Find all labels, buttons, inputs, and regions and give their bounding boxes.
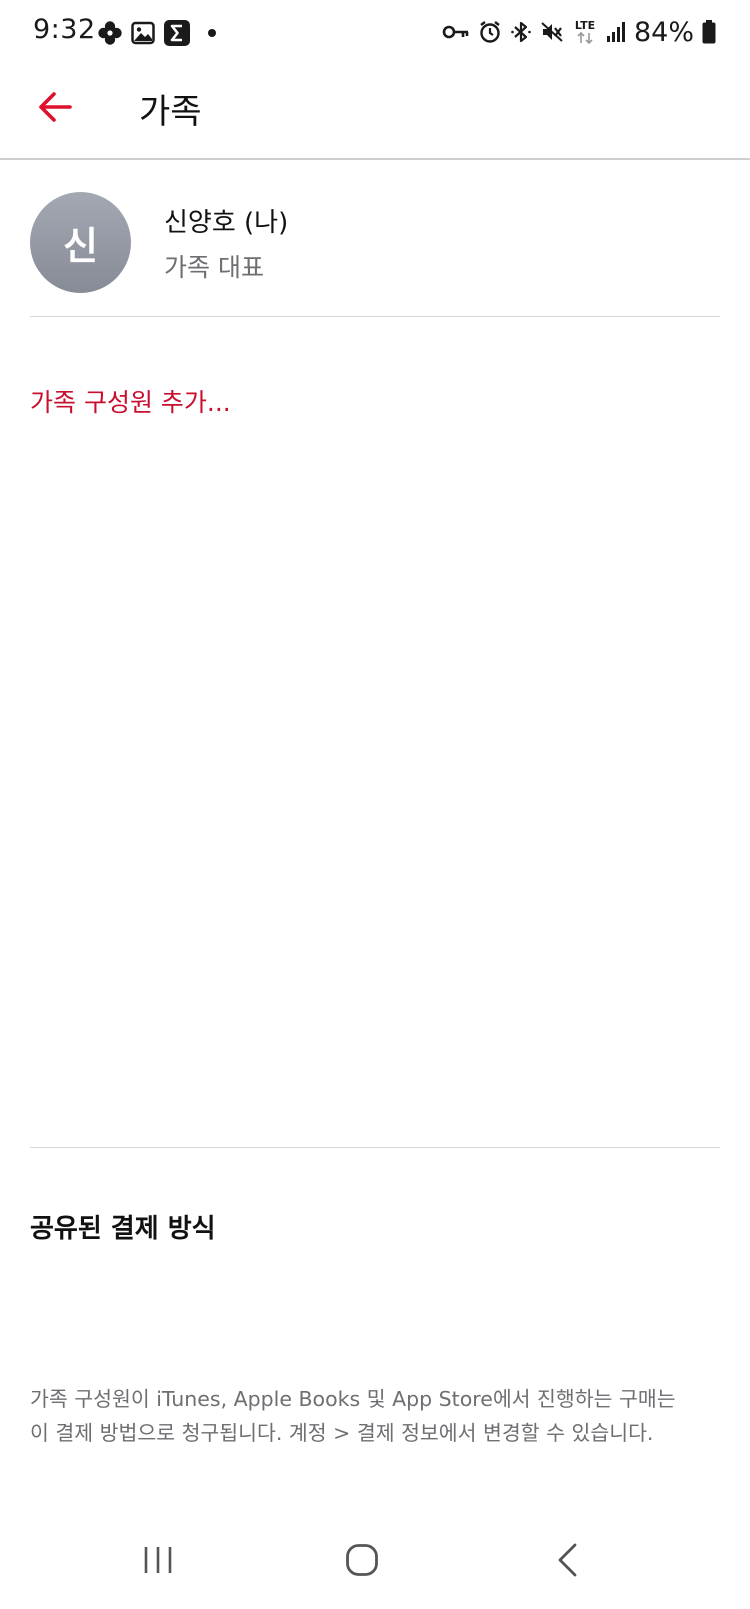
- family-member-row[interactable]: 신 신양호 (나) 가족 대표: [30, 186, 720, 306]
- member-name: 신양호 (나): [164, 208, 289, 238]
- battery-percent: 84%: [633, 16, 694, 48]
- gallery-icon: [131, 21, 155, 45]
- page-title: 가족: [139, 92, 202, 132]
- system-nav-bar: [0, 1520, 750, 1609]
- divider: [30, 316, 720, 317]
- add-family-member-link[interactable]: 가족 구성원 추가...: [30, 383, 231, 419]
- signal-icon: [606, 21, 626, 43]
- divider: [30, 1147, 720, 1148]
- home-button[interactable]: [327, 1530, 397, 1590]
- avatar-initial: 신: [63, 224, 98, 268]
- pinwheel-icon: [97, 20, 123, 46]
- status-bar: 9:32 LTE 84%: [0, 0, 750, 66]
- key-icon: [442, 22, 470, 42]
- status-time: 9:32: [33, 14, 96, 45]
- shared-payment-description: 가족 구성원이 iTunes, Apple Books 및 App Store에…: [30, 1387, 676, 1445]
- member-role: 가족 대표: [164, 253, 264, 282]
- home-icon: [345, 1543, 379, 1577]
- recent-apps-button[interactable]: [123, 1530, 193, 1590]
- avatar: 신: [30, 192, 131, 293]
- dot-icon: [207, 28, 217, 38]
- alarm-icon: [478, 20, 502, 44]
- status-left-icons: [97, 19, 217, 47]
- shared-payment-title: 공유된 결제 방식: [30, 1214, 216, 1244]
- battery-icon: [702, 20, 716, 44]
- lte-icon: LTE: [572, 18, 598, 46]
- recent-apps-icon: [141, 1545, 175, 1575]
- bluetooth-icon: [510, 20, 532, 44]
- back-icon: [556, 1543, 580, 1577]
- svg-text:LTE: LTE: [575, 19, 595, 32]
- mute-icon: [540, 20, 564, 44]
- sigma-icon: [163, 19, 191, 47]
- nav-back-button[interactable]: [533, 1530, 603, 1590]
- status-right-icons: LTE 84%: [442, 15, 716, 49]
- app-bar: 가족: [0, 66, 750, 160]
- arrow-left-icon: [37, 91, 73, 123]
- back-button[interactable]: [30, 82, 80, 132]
